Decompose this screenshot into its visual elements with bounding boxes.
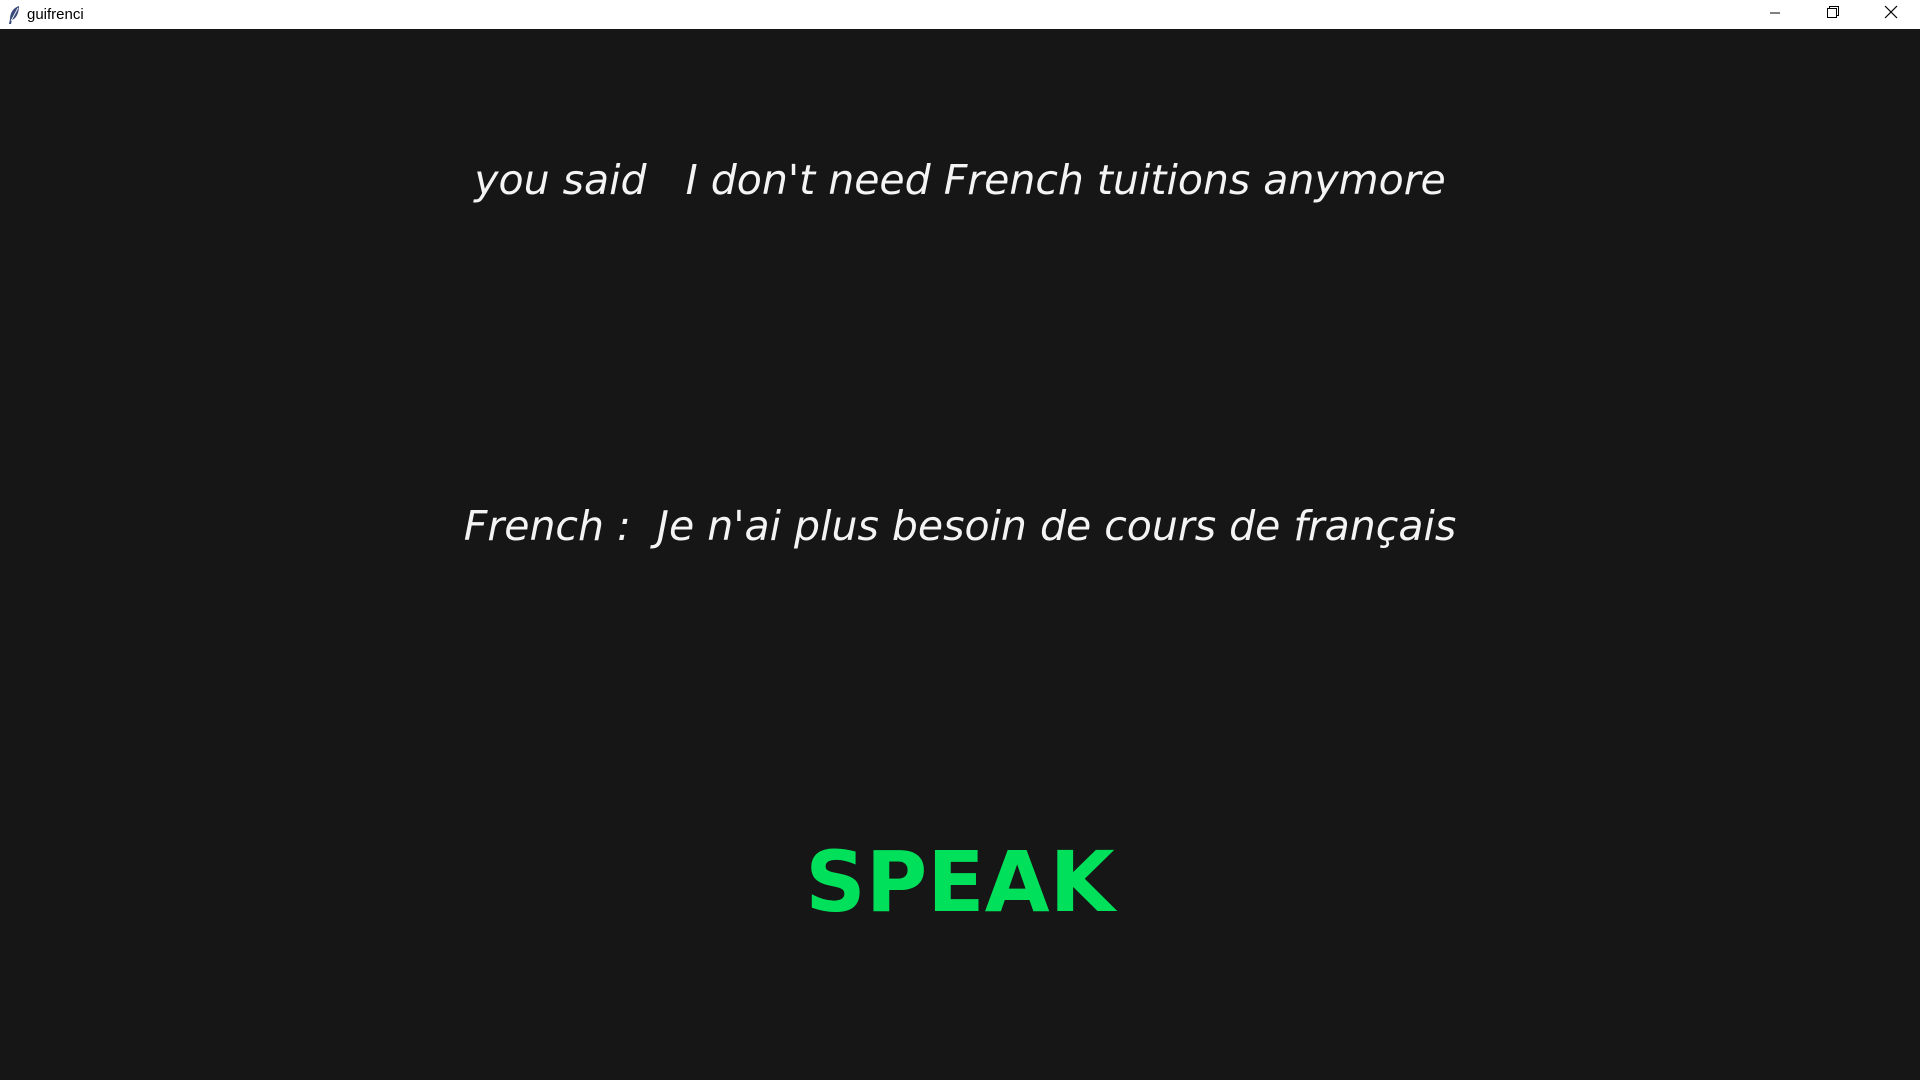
french-translation-line: French : Je n'ai plus besoin de cours de… [0, 498, 1920, 554]
close-icon [1884, 5, 1898, 24]
close-button[interactable] [1862, 0, 1920, 29]
you-said-prefix: you said [474, 156, 647, 204]
speak-button[interactable]: SPEAK [793, 832, 1127, 932]
you-said-text: I don't need French tuitions anymore [685, 156, 1446, 204]
window-title: guifrenci [27, 6, 84, 23]
window-controls [1746, 0, 1920, 29]
french-translation-text: Je n'ai plus besoin de cours de français [656, 502, 1457, 550]
main-content: you said I don't need French tuitions an… [0, 29, 1920, 1080]
restore-icon [1826, 5, 1840, 24]
feather-icon [4, 5, 24, 25]
title-bar[interactable]: guifrenci [0, 0, 1920, 29]
restore-button[interactable] [1804, 0, 1862, 29]
french-prefix: French : [463, 502, 631, 550]
you-said-line: you said I don't need French tuitions an… [0, 152, 1920, 208]
minimize-icon [1769, 6, 1781, 24]
app-window: guifrenci you said I don't need French t… [0, 0, 1920, 1080]
minimize-button[interactable] [1746, 0, 1804, 29]
speak-button-row: SPEAK [0, 832, 1920, 932]
